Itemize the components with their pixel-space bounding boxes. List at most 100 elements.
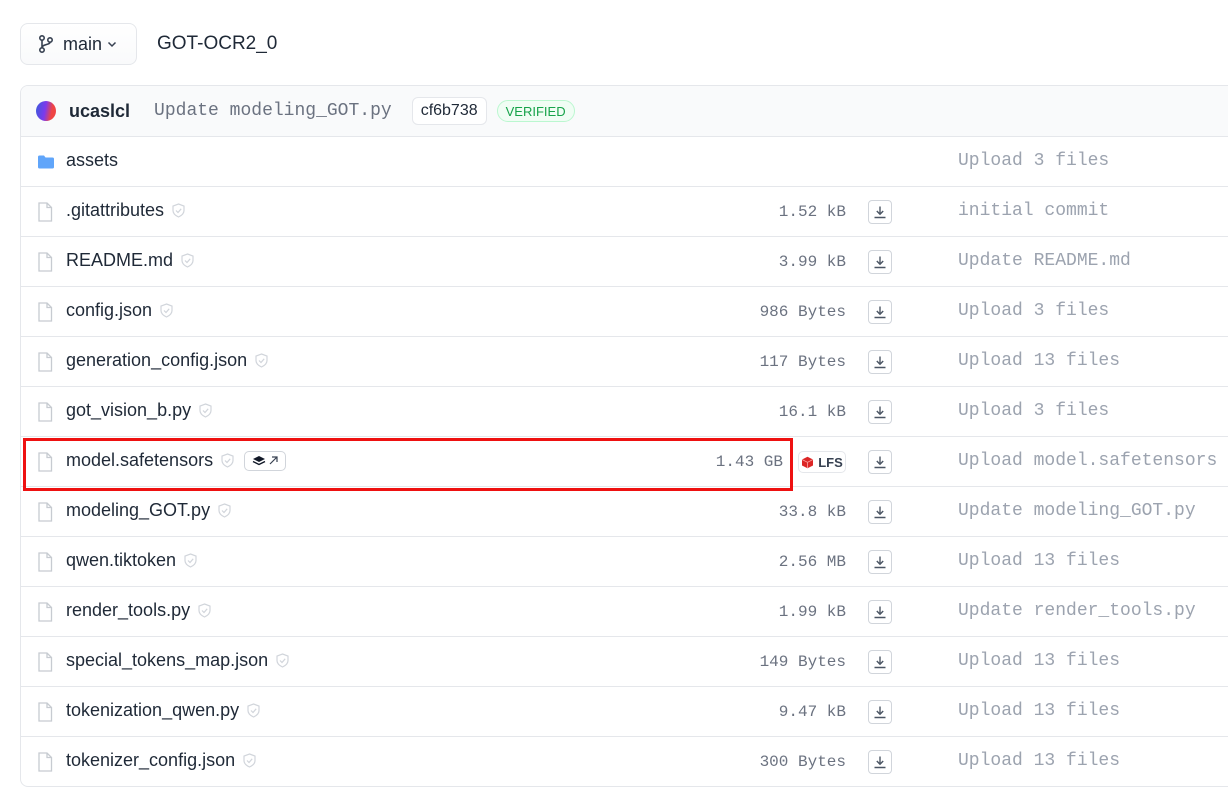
file-icon xyxy=(37,252,55,272)
file-size: 1.43 GB xyxy=(715,453,783,471)
shield-icon[interactable] xyxy=(243,753,256,768)
file-size: 9.47 kB xyxy=(778,703,846,721)
file-commit-message[interactable]: Upload 3 files xyxy=(958,301,1109,321)
file-row[interactable]: special_tokens_map.json 149 Bytes Upload 1… xyxy=(21,637,1228,687)
file-name-link[interactable]: config.json xyxy=(66,300,152,321)
lfs-cube-icon xyxy=(801,456,814,469)
file-icon xyxy=(37,752,55,772)
shield-icon[interactable] xyxy=(172,203,185,218)
download-icon xyxy=(873,605,887,619)
shield-icon[interactable] xyxy=(218,503,231,518)
file-commit-message[interactable]: Upload 13 files xyxy=(958,651,1120,671)
commit-author[interactable]: ucaslcl xyxy=(69,101,130,122)
file-name-link[interactable]: README.md xyxy=(66,250,173,271)
file-commit-message[interactable]: Upload 13 files xyxy=(958,751,1120,771)
file-row[interactable]: qwen.tiktoken 2.56 MB Upload 13 files xyxy=(21,537,1228,587)
file-row[interactable]: model.safetensors 1.43 GB LFS Upload model.… xyxy=(21,437,1228,487)
file-commit-message[interactable]: Upload 13 files xyxy=(958,351,1120,371)
branch-selector-button[interactable]: main xyxy=(20,23,137,65)
file-size: 2.56 MB xyxy=(778,553,846,571)
branch-bar: main GOT-OCR2_0 xyxy=(20,23,277,65)
download-button[interactable] xyxy=(868,400,892,424)
commit-message[interactable]: Update modeling_GOT.py xyxy=(154,101,392,121)
file-commit-message[interactable]: Upload model.safetensors xyxy=(958,451,1217,471)
file-row[interactable]: render_tools.py 1.99 kB Update render_tool… xyxy=(21,587,1228,637)
download-button[interactable] xyxy=(868,500,892,524)
download-button[interactable] xyxy=(868,450,892,474)
file-commit-message[interactable]: Upload 3 files xyxy=(958,401,1109,421)
shield-icon[interactable] xyxy=(198,603,211,618)
file-commit-message[interactable]: initial commit xyxy=(958,201,1109,221)
branch-label: main xyxy=(63,33,103,54)
file-row[interactable]: assets Upload 3 files xyxy=(21,137,1228,187)
shield-icon[interactable] xyxy=(160,303,173,318)
file-commit-message[interactable]: Upload 3 files xyxy=(958,151,1109,171)
download-button[interactable] xyxy=(868,700,892,724)
file-name-link[interactable]: .gitattributes xyxy=(66,200,164,221)
file-name-link[interactable]: render_tools.py xyxy=(66,600,190,621)
download-button[interactable] xyxy=(868,250,892,274)
file-icon xyxy=(37,552,55,572)
download-button[interactable] xyxy=(868,550,892,574)
shield-icon[interactable] xyxy=(221,453,234,468)
file-row[interactable]: config.json 986 Bytes Upload 3 files xyxy=(21,287,1228,337)
file-commit-message[interactable]: Upload 13 files xyxy=(958,551,1120,571)
shield-icon[interactable] xyxy=(255,353,268,368)
file-size: 16.1 kB xyxy=(778,403,846,421)
file-row[interactable]: tokenizer_config.json 300 Bytes Upload 13 … xyxy=(21,737,1228,786)
stack-external-link-icon[interactable] xyxy=(244,450,287,471)
lfs-label: LFS xyxy=(818,454,843,470)
file-name-link[interactable]: special_tokens_map.json xyxy=(66,650,268,671)
lfs-badge[interactable]: LFS xyxy=(798,451,846,473)
download-icon xyxy=(873,305,887,319)
file-icon xyxy=(37,702,55,722)
file-name-link[interactable]: got_vision_b.py xyxy=(66,400,191,421)
file-commit-message[interactable]: Update README.md xyxy=(958,251,1131,271)
chevron-down-icon xyxy=(106,38,118,50)
file-size: 117 Bytes xyxy=(759,353,846,371)
file-name-link[interactable]: modeling_GOT.py xyxy=(66,500,210,521)
file-icon xyxy=(37,402,55,422)
file-name-link[interactable]: assets xyxy=(66,150,118,171)
file-table: ucaslcl Update modeling_GOT.py cf6b738 V… xyxy=(20,85,1228,787)
file-name-link[interactable]: qwen.tiktoken xyxy=(66,550,176,571)
shield-icon[interactable] xyxy=(247,703,260,718)
file-commit-message[interactable]: Upload 13 files xyxy=(958,701,1120,721)
download-icon xyxy=(873,505,887,519)
file-icon xyxy=(37,302,55,322)
repo-path-name[interactable]: GOT-OCR2_0 xyxy=(157,33,277,55)
file-name-link[interactable]: tokenization_qwen.py xyxy=(66,700,239,721)
download-button[interactable] xyxy=(868,750,892,774)
file-icon xyxy=(37,652,55,672)
git-branch-icon xyxy=(38,35,54,53)
file-row[interactable]: .gitattributes 1.52 kB initial commit xyxy=(21,187,1228,237)
download-button[interactable] xyxy=(868,300,892,324)
file-size: 33.8 kB xyxy=(778,503,846,521)
last-commit-row: ucaslcl Update modeling_GOT.py cf6b738 V… xyxy=(21,86,1228,137)
file-size: 149 Bytes xyxy=(759,653,846,671)
file-name-link[interactable]: model.safetensors xyxy=(66,450,213,471)
shield-icon[interactable] xyxy=(184,553,197,568)
file-row[interactable]: tokenization_qwen.py 9.47 kB Upload 13 fil… xyxy=(21,687,1228,737)
file-icon xyxy=(37,202,55,222)
commit-hash[interactable]: cf6b738 xyxy=(411,97,487,125)
file-name-link[interactable]: tokenizer_config.json xyxy=(66,750,235,771)
file-commit-message[interactable]: Update modeling_GOT.py xyxy=(958,501,1196,521)
file-row[interactable]: README.md 3.99 kB Update README.md xyxy=(21,237,1228,287)
download-button[interactable] xyxy=(868,350,892,374)
file-name-link[interactable]: generation_config.json xyxy=(66,350,247,371)
file-row[interactable]: generation_config.json 117 Bytes Upload 13… xyxy=(21,337,1228,387)
shield-icon[interactable] xyxy=(276,653,289,668)
file-commit-message[interactable]: Update render_tools.py xyxy=(958,601,1196,621)
shield-icon[interactable] xyxy=(199,403,212,418)
download-button[interactable] xyxy=(868,650,892,674)
file-row[interactable]: got_vision_b.py 16.1 kB Upload 3 files xyxy=(21,387,1228,437)
file-icon xyxy=(37,352,55,372)
file-icon xyxy=(37,502,55,522)
shield-icon[interactable] xyxy=(181,253,194,268)
file-list: assets Upload 3 files .gitattributes 1.52 k… xyxy=(21,137,1228,786)
download-button[interactable] xyxy=(868,200,892,224)
download-button[interactable] xyxy=(868,600,892,624)
avatar[interactable] xyxy=(36,101,56,121)
file-row[interactable]: modeling_GOT.py 33.8 kB Update modeling_GO… xyxy=(21,487,1228,537)
